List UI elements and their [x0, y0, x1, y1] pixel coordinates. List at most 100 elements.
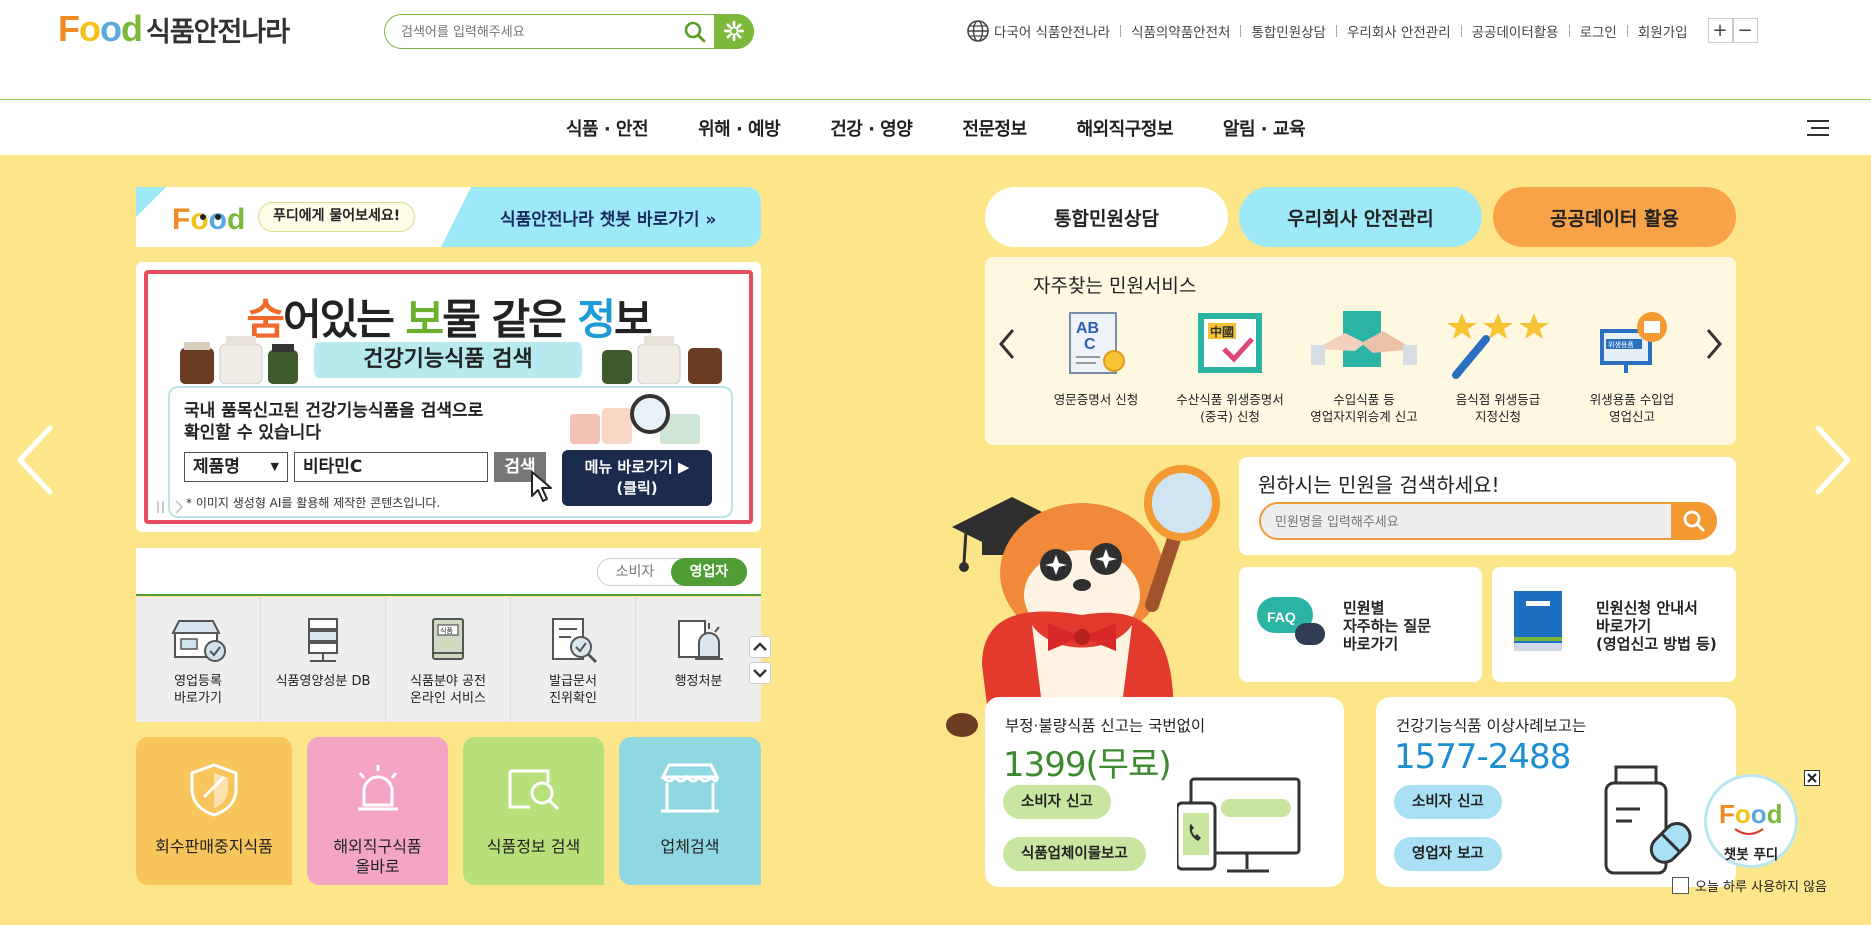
- nav-notice-education[interactable]: 알림 · 교육: [1223, 115, 1306, 141]
- tile-recall-foods[interactable]: 회수판매중지식품: [136, 737, 292, 885]
- util-company-safety[interactable]: 우리회사 안전관리: [1347, 21, 1451, 41]
- search-settings-gear-icon[interactable]: [714, 13, 754, 49]
- svg-text:위생용품: 위생용품: [1608, 340, 1634, 349]
- hotline-1577-business-report[interactable]: 영업자 보고: [1394, 837, 1502, 871]
- guide-card-label: 민원신청 안내서 바로가기 (영업신고 방법 등): [1596, 599, 1717, 653]
- site-logo[interactable]: Food 식품안전나라: [58, 8, 290, 50]
- foody-mascot-icon: Food: [172, 195, 244, 241]
- util-signup[interactable]: 회원가입: [1638, 21, 1688, 41]
- frequent-next-chevron-icon[interactable]: [1704, 327, 1724, 361]
- not-today-checkbox-row[interactable]: 오늘 하루 사용하지 않음: [1672, 876, 1827, 895]
- banner-input[interactable]: 비타민C: [294, 452, 488, 482]
- frequent-english-certificate[interactable]: AB C 영문증명서 신청: [1029, 309, 1163, 408]
- logo-text: 식품안전나라: [146, 16, 290, 48]
- frequent-china-certificate[interactable]: 中國 수산식품 위생증명서 (중국) 신청: [1163, 309, 1297, 425]
- foody-logo-icon: Food: [1719, 791, 1785, 841]
- promo-banner[interactable]: 숨어있는 보물 같은 정보 건강기능식품 검색 국내 품목신고된 건강기능식품을…: [136, 262, 761, 532]
- banner-heading: 건강기능식품 검색: [314, 342, 582, 378]
- scroll-up-icon[interactable]: [749, 636, 771, 658]
- hamburger-menu-icon[interactable]: [1807, 119, 1829, 137]
- util-civil-consult[interactable]: 통합민원상담: [1251, 21, 1326, 41]
- guide-card[interactable]: 민원신청 안내서 바로가기 (영업신고 방법 등): [1492, 567, 1736, 682]
- search-icon[interactable]: [683, 20, 707, 44]
- not-today-checkbox[interactable]: [1672, 877, 1689, 894]
- pill-bottle-icon: [1598, 765, 1698, 877]
- faq-card-label: 민원별 자주하는 질문 바로가기: [1343, 599, 1432, 653]
- nav-overseas-direct[interactable]: 해외직구정보: [1077, 115, 1174, 141]
- computer-phone-icon: [1177, 777, 1303, 877]
- civil-search-icon[interactable]: [1671, 502, 1717, 540]
- utility-links: 다국어 식품안전나라 식품의약품안전처 통합민원상담 우리회사 안전관리 공공데…: [966, 18, 1758, 43]
- frequent-services-title: 자주찾는 민원서비스: [1033, 275, 1197, 297]
- faq-card[interactable]: FAQ 민원별 자주하는 질문 바로가기: [1239, 567, 1482, 682]
- zoom-out-button[interactable]: −: [1732, 18, 1758, 43]
- shop-register-icon: [169, 617, 227, 663]
- site-search: [384, 13, 754, 49]
- chatbot-bar[interactable]: Food 푸디에게 물어보세요! 식품안전나라 챗봇 바로가기 »: [136, 187, 761, 247]
- util-login[interactable]: 로그인: [1580, 21, 1617, 41]
- storefront-icon: [657, 761, 723, 817]
- frequent-prev-chevron-icon[interactable]: [997, 327, 1017, 361]
- tile-overseas-food[interactable]: 해외직구식품 올바로: [307, 737, 448, 885]
- quick-link-admin-disposition[interactable]: 행정처분: [636, 597, 761, 722]
- svg-text:Food: Food: [1719, 799, 1783, 829]
- frequent-hygiene-import[interactable]: 위생용품 위생용품 수입업 영업신고: [1565, 309, 1699, 425]
- zoom-in-button[interactable]: +: [1707, 18, 1733, 43]
- scroll-down-icon[interactable]: [749, 662, 771, 684]
- frequent-restaurant-hygiene[interactable]: 음식점 위생등급 지정신청: [1431, 309, 1565, 425]
- quick-links: 영업등록 바로가기 식품영양성분 DB 식품 식품분야 공전 온라인 서비스 발…: [136, 597, 761, 722]
- floating-chatbot-label: 챗봇 푸디: [1723, 847, 1779, 863]
- faq-bubble-icon: FAQ: [1255, 595, 1327, 655]
- tile-food-info-search[interactable]: 식품정보 검색: [463, 737, 604, 885]
- util-public-data[interactable]: 공공데이터활용: [1472, 21, 1559, 41]
- svg-text:C: C: [1084, 336, 1096, 353]
- quick-link-business-register[interactable]: 영업등록 바로가기: [136, 597, 261, 722]
- feature-tiles: 회수판매중지식품 해외직구식품 올바로 식품정보 검색 업체검색: [136, 737, 761, 885]
- pager-next-icon[interactable]: [174, 500, 184, 514]
- prev-slide-chevron-left-icon[interactable]: [14, 424, 56, 496]
- banner-menu-button[interactable]: 메뉴 바로가기 ▶ (클릭): [562, 450, 712, 506]
- quick-link-nutrition-db[interactable]: 식품영양성분 DB: [261, 597, 386, 722]
- quick-link-document-verify[interactable]: 발급문서 진위확인: [511, 597, 636, 722]
- nav-food-safety[interactable]: 식품 · 안전: [566, 115, 649, 141]
- china-certificate-icon: 中國: [1194, 309, 1266, 379]
- banner-select[interactable]: 제품명 ▼: [184, 452, 288, 482]
- nav-health-nutrition[interactable]: 건강 · 영양: [830, 115, 913, 141]
- frequent-import-succession[interactable]: 수입식품 등 영업자지위승계 신고: [1297, 309, 1431, 425]
- floating-chatbot-button[interactable]: Food 챗봇 푸디: [1704, 774, 1798, 868]
- toggle-business[interactable]: 영업자: [671, 558, 747, 586]
- cursor-pointer-icon: [530, 470, 556, 504]
- svg-text:AB: AB: [1076, 320, 1099, 337]
- shield-icon: [186, 761, 242, 817]
- hotline-1399-consumer-report[interactable]: 소비자 신고: [1003, 785, 1111, 819]
- util-multilang[interactable]: 다국어 식품안전나라: [966, 19, 1110, 43]
- next-slide-chevron-right-icon[interactable]: [1812, 424, 1854, 496]
- nav-expert-info[interactable]: 전문정보: [962, 115, 1027, 141]
- zoom-controls: + −: [1707, 18, 1758, 43]
- book-icon: 식품: [425, 617, 471, 663]
- toggle-consumer[interactable]: 소비자: [598, 559, 672, 585]
- alarm-icon: [673, 617, 725, 663]
- frequent-services: 자주찾는 민원서비스 AB C 영문증명서 신청 中國 수산식품 위생증명서 (중…: [985, 257, 1736, 445]
- hotline-1577-title: 건강기능식품 이상사례보고는: [1396, 717, 1587, 735]
- hotline-1399-card: 부정·불량식품 신고는 국번없이 1399(무료) 소비자 신고 식품업체이물보…: [985, 697, 1344, 887]
- btn-public-data[interactable]: 공공데이터 활용: [1493, 187, 1736, 247]
- pause-icon[interactable]: [156, 500, 166, 514]
- user-type-toggle: 소비자 영업자: [597, 558, 747, 586]
- civil-search-input[interactable]: [1275, 511, 1655, 533]
- siren-icon: [350, 761, 406, 817]
- main-nav: 식품 · 안전 위해 · 예방 건강 · 영양 전문정보 해외직구정보 알림 ·…: [0, 101, 1871, 155]
- hotline-1399-company-report[interactable]: 식품업체이물보고: [1003, 837, 1146, 871]
- site-search-input[interactable]: [401, 21, 671, 43]
- nav-hazard-prevention[interactable]: 위해 · 예방: [698, 115, 781, 141]
- util-mfds[interactable]: 식품의약품안전처: [1131, 21, 1230, 41]
- chatbot-go-link[interactable]: 식품안전나라 챗봇 바로가기 »: [500, 205, 716, 230]
- hotline-1577-consumer-report[interactable]: 소비자 신고: [1394, 785, 1502, 819]
- btn-civil-consult[interactable]: 통합민원상담: [985, 187, 1228, 247]
- civil-search-title: 원하시는 민원을 검색하세요!: [1258, 473, 1500, 497]
- btn-company-safety[interactable]: 우리회사 안전관리: [1239, 187, 1482, 247]
- tile-company-search[interactable]: 업체검색: [619, 737, 761, 885]
- quick-link-food-code-online[interactable]: 식품 식품분야 공전 온라인 서비스: [386, 597, 511, 722]
- svg-text:Food: Food: [172, 203, 244, 236]
- close-chatbot-icon[interactable]: [1804, 770, 1820, 786]
